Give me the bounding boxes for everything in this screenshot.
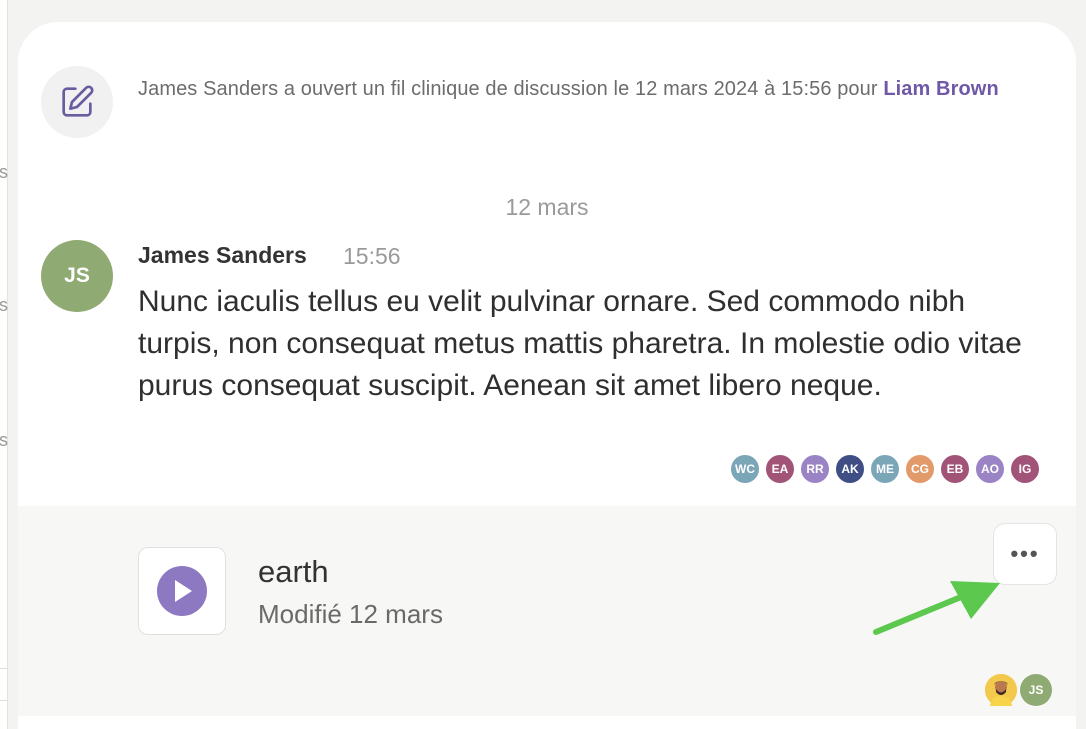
- reader-avatar[interactable]: WC: [729, 453, 761, 485]
- avatar[interactable]: JS: [41, 240, 113, 312]
- edit-square-icon: [41, 66, 113, 138]
- footer-strip: [18, 716, 1076, 729]
- avatar[interactable]: JS: [1020, 674, 1052, 706]
- reader-avatar[interactable]: IG: [1009, 453, 1041, 485]
- reader-avatar[interactable]: ME: [869, 453, 901, 485]
- reader-avatar[interactable]: AO: [974, 453, 1006, 485]
- read-receipts[interactable]: WC EA RR AK ME CG EB AO IG: [729, 453, 1044, 485]
- reader-avatar[interactable]: CG: [904, 453, 936, 485]
- thread-panel: James Sanders a ouvert un fil clinique d…: [18, 22, 1076, 729]
- reader-avatar[interactable]: EB: [939, 453, 971, 485]
- date-separator: 12 mars: [505, 194, 589, 220]
- user-photo-avatar[interactable]: [985, 674, 1017, 706]
- thread-opened-event: James Sanders a ouvert un fil clinique d…: [138, 74, 1053, 104]
- message-timestamp: 15:56: [343, 243, 401, 269]
- play-icon[interactable]: [157, 566, 207, 616]
- file-modified-date: Modifié 12 mars: [258, 599, 443, 629]
- message-author[interactable]: James Sanders: [138, 242, 307, 269]
- event-description: James Sanders a ouvert un fil clinique d…: [138, 78, 884, 100]
- patient-link[interactable]: Liam Brown: [883, 78, 998, 100]
- more-options-button[interactable]: •••: [993, 523, 1057, 585]
- sidebar-text-fragment: s: [0, 295, 8, 315]
- reader-avatar[interactable]: AK: [834, 453, 866, 485]
- file-thumbnail[interactable]: [138, 547, 226, 635]
- attachment-row[interactable]: earth Modifié 12 mars ••• JS: [18, 506, 1076, 716]
- file-name[interactable]: earth: [258, 554, 329, 590]
- reader-avatar[interactable]: RR: [799, 453, 831, 485]
- message-body: Nunc iaculis tellus eu velit pulvinar or…: [138, 285, 1022, 402]
- sidebar-divider: [0, 700, 7, 701]
- sidebar-divider: [0, 668, 7, 669]
- sidebar-text-fragment: s: [0, 162, 8, 182]
- sidebar-text-fragment: s: [0, 430, 8, 450]
- left-sidebar-edge: s s s: [0, 0, 8, 729]
- file-viewers[interactable]: JS: [982, 674, 1052, 706]
- reader-avatar[interactable]: EA: [764, 453, 796, 485]
